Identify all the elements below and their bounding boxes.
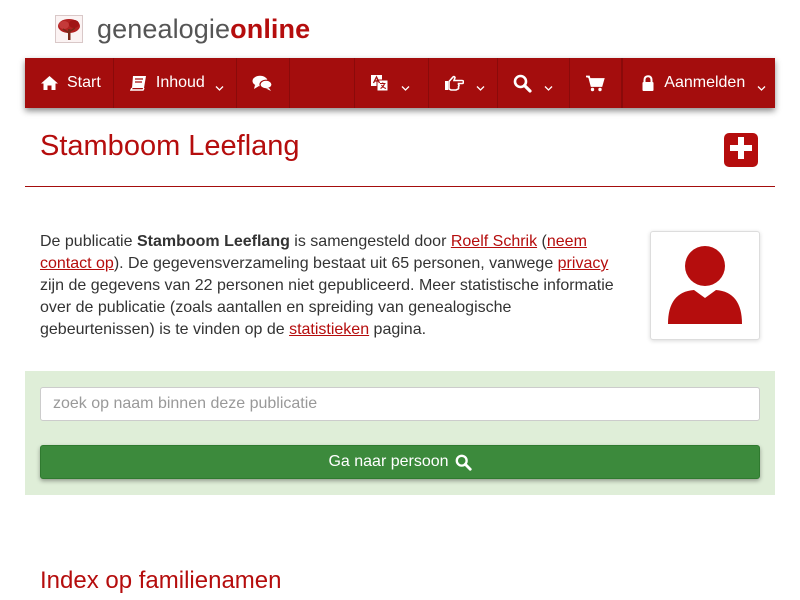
chevron-down-icon bbox=[401, 79, 410, 91]
site-name-part1: genealogie bbox=[97, 13, 231, 44]
nav-search[interactable] bbox=[498, 58, 571, 108]
chevron-down-icon bbox=[215, 79, 224, 91]
site-name-part2: online bbox=[230, 13, 311, 44]
desc-text: pagina. bbox=[369, 321, 427, 338]
nav-inhoud[interactable]: Inhoud bbox=[114, 58, 237, 108]
nav-login[interactable]: Aanmelden bbox=[623, 58, 775, 108]
comments-icon bbox=[252, 75, 273, 92]
go-to-person-label: Ga naar persoon bbox=[328, 453, 449, 470]
search-icon bbox=[513, 74, 533, 93]
statistics-link[interactable]: statistieken bbox=[289, 321, 369, 338]
lock-icon bbox=[641, 74, 655, 92]
user-icon bbox=[658, 236, 752, 335]
desc-text: is samengesteld door bbox=[289, 233, 451, 250]
language-icon bbox=[370, 74, 389, 92]
nav-inhoud-label: Inhoud bbox=[155, 74, 205, 91]
nav-start-label: Start bbox=[67, 74, 101, 91]
author-avatar[interactable] bbox=[650, 231, 760, 340]
plus-icon bbox=[728, 135, 754, 166]
nav-language[interactable] bbox=[355, 58, 429, 108]
go-to-person-button[interactable]: Ga naar persoon bbox=[40, 445, 760, 479]
chevron-down-icon bbox=[544, 79, 553, 91]
desc-text: De publicatie bbox=[40, 233, 137, 250]
site-name: genealogieonline bbox=[97, 14, 310, 45]
cart-icon bbox=[585, 75, 606, 92]
main-navbar: Start Inhoud Aanmelden bbox=[25, 58, 775, 108]
person-search-panel: Ga naar persoon bbox=[25, 371, 775, 495]
title-divider bbox=[25, 186, 775, 187]
nav-start[interactable]: Start bbox=[25, 58, 114, 108]
book-icon bbox=[129, 75, 148, 91]
chevron-down-icon bbox=[757, 79, 766, 91]
desc-text: ( bbox=[537, 233, 547, 250]
publication-name: Stamboom Leeflang bbox=[136, 233, 290, 250]
chevron-down-icon bbox=[476, 79, 484, 91]
nav-spacer bbox=[290, 58, 355, 108]
nav-login-label: Aanmelden bbox=[664, 74, 746, 91]
nav-forum[interactable] bbox=[237, 58, 290, 108]
page-title: Stamboom Leeflang bbox=[40, 130, 300, 162]
site-logo[interactable]: genealogieonline bbox=[55, 12, 310, 46]
surname-index-title: Index op familienamen bbox=[40, 567, 282, 594]
nav-shop[interactable] bbox=[570, 58, 623, 108]
add-button[interactable] bbox=[724, 133, 758, 167]
author-link[interactable]: Roelf Schrik bbox=[451, 233, 537, 250]
hand-point-icon bbox=[444, 75, 464, 91]
person-search-input[interactable] bbox=[40, 387, 760, 421]
nav-social[interactable] bbox=[429, 58, 499, 108]
privacy-link[interactable]: privacy bbox=[558, 255, 609, 272]
home-icon bbox=[40, 75, 59, 91]
publication-description: De publicatie Stamboom Leeflang is samen… bbox=[40, 231, 625, 341]
search-icon bbox=[455, 454, 472, 471]
desc-text: ). De gegevensverzameling bestaat uit 65… bbox=[113, 255, 558, 272]
tree-logo-icon bbox=[55, 15, 83, 43]
